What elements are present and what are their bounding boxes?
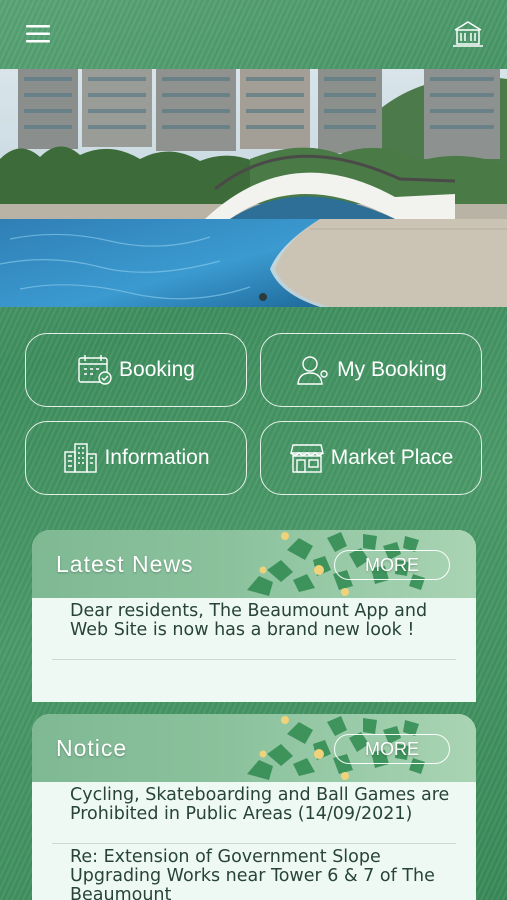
booking-button[interactable]: Booking — [25, 333, 247, 407]
shop-icon — [289, 441, 325, 475]
banner-carousel[interactable] — [0, 69, 507, 307]
market-place-button[interactable]: Market Place — [260, 421, 482, 495]
hamburger-menu-icon[interactable] — [22, 17, 56, 51]
news-item[interactable]: Dear residents, The Beaumount App and We… — [52, 598, 456, 660]
notice-more-button[interactable]: MORE — [334, 734, 450, 764]
information-label: Information — [104, 446, 210, 469]
latest-news-more-button[interactable]: MORE — [334, 550, 450, 580]
my-booking-button[interactable]: My Booking — [260, 333, 482, 407]
information-button[interactable]: Information — [25, 421, 247, 495]
building-home-icon[interactable] — [451, 17, 485, 51]
top-bar — [0, 0, 507, 68]
user-icon — [295, 353, 331, 387]
carousel-indicator[interactable] — [259, 293, 267, 301]
latest-news-card: Latest News MORE Dear residents, The Bea… — [32, 530, 476, 702]
notice-title: Notice — [56, 734, 128, 761]
my-booking-label: My Booking — [337, 358, 447, 381]
booking-label: Booking — [119, 358, 195, 381]
buildings-icon — [62, 441, 98, 475]
banner-image — [0, 69, 507, 307]
market-place-label: Market Place — [330, 446, 454, 469]
calendar-icon — [77, 353, 113, 387]
notice-header: Notice MORE — [32, 714, 476, 782]
notice-item[interactable]: Cycling, Skateboarding and Ball Games ar… — [52, 782, 456, 844]
notice-item[interactable]: Re: Extension of Government Slope Upgrad… — [52, 844, 456, 900]
notice-card: Notice MORE Cycling, Skateboarding and B… — [32, 714, 476, 900]
latest-news-header: Latest News MORE — [32, 530, 476, 598]
latest-news-title: Latest News — [56, 550, 194, 577]
